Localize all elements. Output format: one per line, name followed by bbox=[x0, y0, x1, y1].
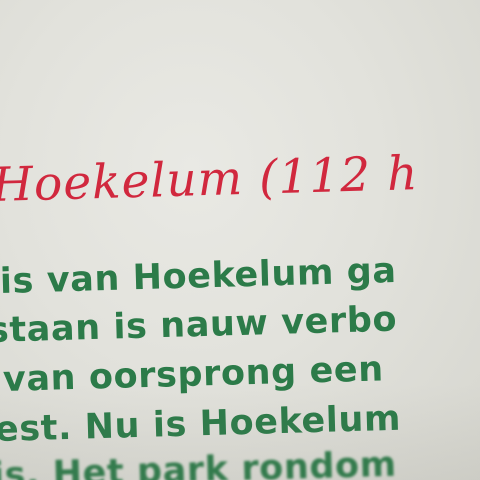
sign-text-line: is van Hoekelum ga bbox=[0, 250, 398, 302]
sign-text-line: est. Nu is Hoekelum bbox=[0, 398, 402, 450]
information-sign: Hoekelum (112 h is van Hoekelum ga staan… bbox=[0, 0, 480, 480]
sign-text-line: is. Het park rondom bbox=[0, 444, 398, 480]
sign-text-line: staan is nauw verbo bbox=[0, 299, 398, 351]
sign-text-line: van oorsprong een bbox=[2, 349, 385, 400]
sign-body-text: is van Hoekelum ga staan is nauw verbo v… bbox=[0, 0, 480, 480]
